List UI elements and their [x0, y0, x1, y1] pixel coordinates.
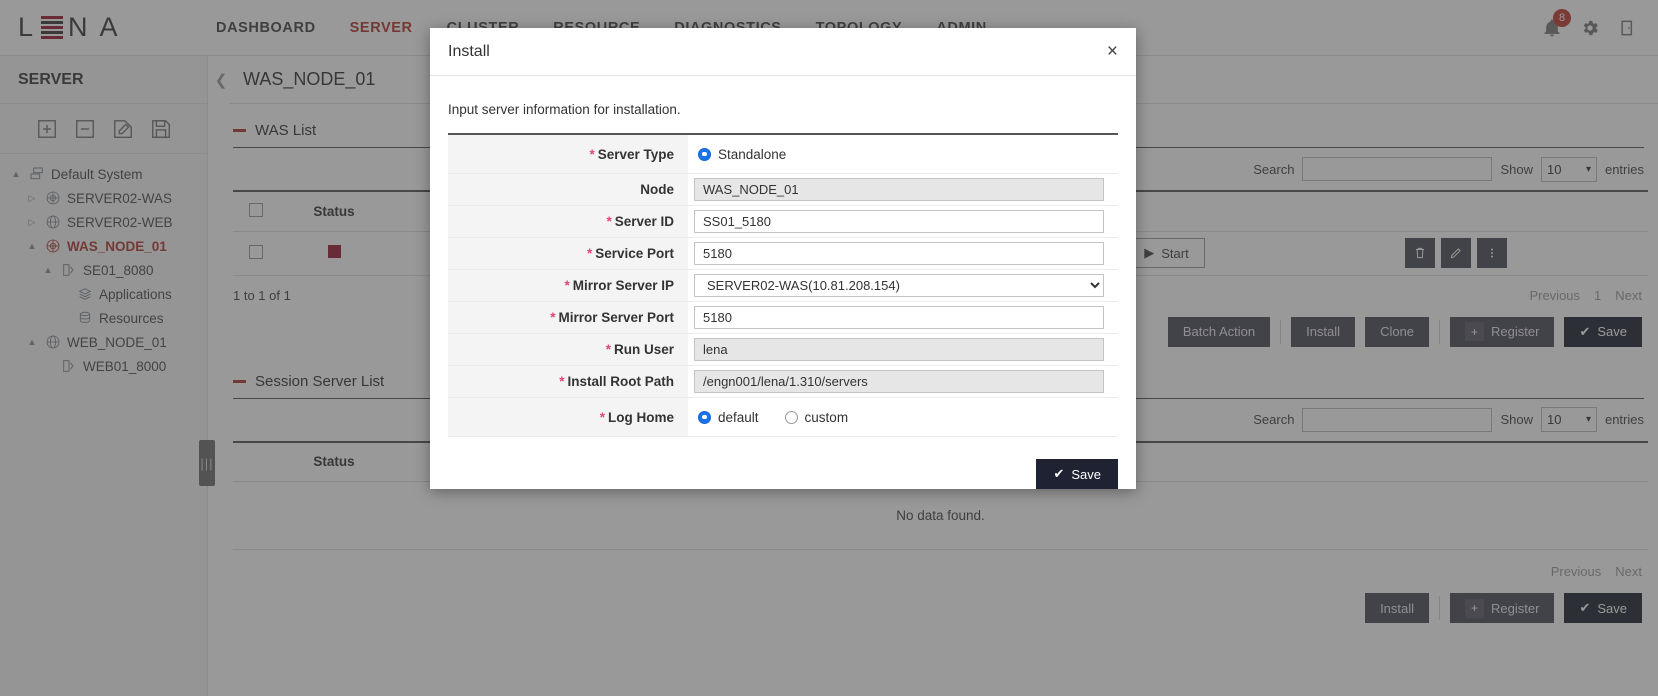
radio-label: default — [718, 410, 759, 425]
label-text: Service Port — [595, 246, 674, 261]
mirror-server-port-input[interactable] — [694, 306, 1104, 329]
app-root: L N A DASHBOARD SERVER CLUSTER RESOURCE … — [0, 0, 1658, 696]
install-form-table: * Server Type Standalone Node — [448, 133, 1118, 437]
label-text: Mirror Server IP — [573, 278, 674, 293]
label-text: Node — [640, 182, 674, 197]
run-user-input — [694, 338, 1104, 361]
radio-icon[interactable] — [698, 411, 711, 424]
required-asterisk: * — [606, 214, 611, 229]
form-row-service-port: *Service Port — [448, 238, 1118, 270]
value-mirror-server-port — [688, 302, 1118, 334]
value-run-user — [688, 334, 1118, 366]
modal-description: Input server information for installatio… — [448, 102, 1118, 133]
label-run-user: *Run User — [448, 334, 688, 366]
value-server-type: Standalone — [688, 134, 1118, 174]
required-asterisk: * — [550, 310, 555, 325]
required-asterisk: * — [600, 410, 605, 425]
required-asterisk: * — [587, 246, 592, 261]
required-asterisk: * — [564, 278, 569, 293]
form-row-log-home: *Log Home default custom — [448, 398, 1118, 437]
label-service-port: *Service Port — [448, 238, 688, 270]
form-row-mirror-server-ip: * Mirror Server IP SERVER02-WAS(10.81.208… — [448, 270, 1118, 302]
server-type-radio-group: Standalone — [694, 139, 1104, 169]
required-asterisk: * — [589, 147, 594, 162]
value-install-root-path — [688, 366, 1118, 398]
form-row-run-user: *Run User — [448, 334, 1118, 366]
value-mirror-server-ip: SERVER02-WAS(10.81.208.154) — [688, 270, 1118, 302]
value-service-port — [688, 238, 1118, 270]
label-log-home: *Log Home — [448, 398, 688, 437]
check-icon: ✔ — [1053, 466, 1064, 482]
install-root-path-input — [694, 370, 1104, 393]
server-id-input[interactable] — [694, 210, 1104, 233]
label-server-type: * Server Type — [448, 134, 688, 174]
label-text: Server Type — [598, 147, 674, 162]
mirror-server-ip-select[interactable]: SERVER02-WAS(10.81.208.154) — [694, 274, 1104, 297]
label-install-root-path: *Install Root Path — [448, 366, 688, 398]
radio-icon[interactable] — [698, 148, 711, 161]
value-node — [688, 174, 1118, 206]
radio-standalone[interactable]: Standalone — [698, 147, 786, 162]
form-row-install-root-path: *Install Root Path — [448, 366, 1118, 398]
close-icon[interactable]: × — [1107, 42, 1118, 61]
label-text: Server ID — [615, 214, 674, 229]
radio-log-home-custom[interactable]: custom — [785, 410, 849, 425]
form-row-node: Node — [448, 174, 1118, 206]
modal-save-label: Save — [1071, 467, 1101, 482]
radio-label: Standalone — [718, 147, 786, 162]
value-server-id — [688, 206, 1118, 238]
label-text: Mirror Server Port — [558, 310, 674, 325]
service-port-input[interactable] — [694, 242, 1104, 265]
form-row-server-type: * Server Type Standalone — [448, 134, 1118, 174]
log-home-radio-group: default custom — [694, 402, 1104, 432]
radio-icon[interactable] — [785, 411, 798, 424]
required-asterisk: * — [606, 342, 611, 357]
label-text: Install Root Path — [567, 374, 674, 389]
radio-label: custom — [805, 410, 849, 425]
label-server-id: * Server ID — [448, 206, 688, 238]
form-row-server-id: * Server ID — [448, 206, 1118, 238]
install-modal: Install × Input server information for i… — [430, 28, 1136, 489]
modal-save-button[interactable]: ✔ Save — [1036, 459, 1118, 489]
required-asterisk: * — [559, 374, 564, 389]
radio-log-home-default[interactable]: default — [698, 410, 759, 425]
value-log-home: default custom — [688, 398, 1118, 437]
label-node: Node — [448, 174, 688, 206]
modal-title: Install — [448, 43, 490, 61]
label-mirror-server-port: *Mirror Server Port — [448, 302, 688, 334]
form-row-mirror-server-port: *Mirror Server Port — [448, 302, 1118, 334]
node-input — [694, 178, 1104, 201]
label-text: Run User — [614, 342, 674, 357]
modal-footer: ✔ Save — [430, 437, 1136, 489]
modal-body: Input server information for installatio… — [430, 76, 1136, 437]
label-mirror-server-ip: * Mirror Server IP — [448, 270, 688, 302]
label-text: Log Home — [608, 410, 674, 425]
modal-header: Install × — [430, 28, 1136, 76]
